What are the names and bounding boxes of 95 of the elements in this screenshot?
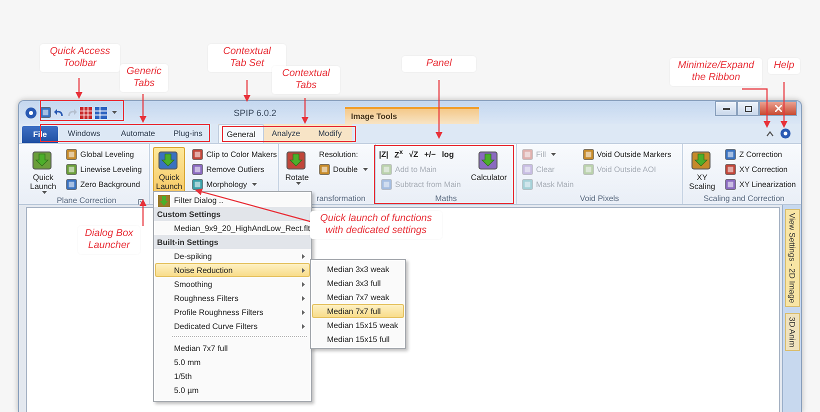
ribbon-tab[interactable]: Windows <box>58 124 110 143</box>
large-ribbon-button[interactable]: Quick Launch <box>27 147 60 196</box>
callout-arrow <box>140 199 146 226</box>
minimize-icon <box>722 108 730 110</box>
math-function-button[interactable]: Z$^{x}$ <box>394 149 403 160</box>
menu-item[interactable]: Median 7x7 full <box>155 341 310 355</box>
large-ribbon-button[interactable]: XY Scaling <box>686 147 718 194</box>
minimize-button[interactable] <box>715 101 737 116</box>
dialog-launcher-icon[interactable] <box>138 199 145 206</box>
submenu-arrow-icon <box>302 268 305 273</box>
close-button[interactable] <box>759 101 797 116</box>
callout-arrow <box>436 80 442 139</box>
close-icon <box>774 105 782 112</box>
callout-arrow <box>742 88 770 128</box>
tool-icon <box>66 179 78 190</box>
collapse-ribbon-icon[interactable] <box>766 130 774 136</box>
side-panel-tab[interactable]: View Settings - 2D Image <box>784 209 800 308</box>
tool-icon <box>66 164 78 175</box>
menu-item[interactable]: Median 15x15 weak <box>312 318 404 332</box>
large-ribbon-button[interactable]: Rotate <box>282 147 312 192</box>
tool-icon <box>582 164 594 175</box>
annotation-label: Contextual Tabs <box>272 66 340 94</box>
help-icon[interactable] <box>780 128 791 139</box>
menu-item[interactable]: Smoothing <box>155 277 310 291</box>
undo-icon[interactable] <box>54 108 64 118</box>
callout-arrow <box>302 98 308 124</box>
contextual-tab[interactable]: Analyze <box>264 124 308 143</box>
tool-icon <box>522 149 533 160</box>
annotation-label: Minimize/Expand the Ribbon <box>670 58 762 86</box>
menu-item[interactable]: Dedicated Curve Filters <box>155 319 310 333</box>
submenu-arrow-icon <box>302 254 305 259</box>
math-function-button[interactable]: |Z| <box>379 150 388 159</box>
group-title: Plane Correction <box>56 196 116 206</box>
menu-item[interactable]: Noise Reduction <box>155 263 310 277</box>
tool-icon <box>725 164 736 175</box>
grid-icon[interactable] <box>80 106 92 118</box>
menu-section-header: Custom Settings <box>154 207 311 221</box>
caret-icon <box>112 111 117 114</box>
annotation-label: Panel <box>402 56 476 72</box>
contextual-tab-set-header: Image Tools <box>345 107 479 124</box>
menu-item[interactable]: 5.0 mm <box>155 355 310 369</box>
submenu-arrow-icon <box>302 310 305 315</box>
tool-icon <box>582 149 594 160</box>
group-title: Maths <box>435 194 457 202</box>
annotation-label: Dialog Box Launcher <box>78 226 140 254</box>
annotation-label: Quick Access Toolbar <box>40 44 120 72</box>
group-title: ransformation <box>316 194 366 202</box>
submenu-arrow-icon <box>302 282 305 287</box>
menu-item[interactable]: Median 3x3 weak <box>312 262 404 276</box>
tool-icon <box>522 164 533 175</box>
table-icon[interactable] <box>95 106 107 118</box>
large-ribbon-button[interactable]: Calculator <box>468 147 510 192</box>
side-panel-tab[interactable]: 3D Anim <box>784 313 800 352</box>
menu-item[interactable]: Median 15x15 full <box>312 332 404 346</box>
menu-item[interactable]: 1/5th <box>155 369 310 383</box>
tool-icon <box>319 164 330 175</box>
menu-item[interactable]: Profile Roughness Filters <box>155 305 310 319</box>
tool-icon <box>192 149 204 160</box>
annotation-label: Help <box>768 58 800 74</box>
contextual-tab[interactable]: Modify <box>308 124 352 143</box>
math-function-button[interactable]: √Z <box>408 150 418 159</box>
ribbon-tab[interactable]: Automate <box>110 124 166 143</box>
ribbon-tab[interactable]: Plug-ins <box>166 124 210 143</box>
tool-icon <box>66 149 78 160</box>
tool-icon <box>522 179 533 190</box>
menu-item[interactable]: Roughness Filters <box>155 291 310 305</box>
help-icon[interactable] <box>25 106 37 118</box>
menu-item[interactable]: Median_9x9_20_HighAndLow_Rect.flt <box>155 221 310 235</box>
math-function-button[interactable]: log <box>442 150 454 159</box>
submenu-arrow-icon <box>302 324 305 329</box>
window-title: SPIP 6.0.2 <box>232 108 278 118</box>
callout-arrow <box>140 94 146 123</box>
callout-arrow <box>244 80 250 102</box>
tool-icon <box>192 164 204 175</box>
menu-item[interactable]: Median 7x7 weak <box>312 290 404 304</box>
annotation-label: Quick launch of functions with dedicated settings <box>310 211 442 239</box>
annotation-label: Generic Tabs <box>120 64 168 92</box>
group-title: Scaling and Correction <box>704 194 784 204</box>
menu-item[interactable]: De-spiking <box>155 249 310 263</box>
menu-section-header: Built-in Settings <box>154 235 311 249</box>
tool-icon <box>381 164 392 175</box>
menu-item[interactable]: 5.0 µm <box>155 383 310 397</box>
maximize-button[interactable] <box>737 101 759 116</box>
tool-icon <box>381 179 392 190</box>
menu-item[interactable]: Median 3x3 full <box>312 276 404 290</box>
maximize-icon <box>744 106 752 112</box>
callout-arrow <box>76 78 82 99</box>
group-title: Void Pixels <box>580 194 620 202</box>
tool-icon <box>725 149 736 160</box>
submenu-arrow-icon <box>302 296 305 301</box>
tool-icon <box>725 179 736 190</box>
menu-item[interactable]: Median 7x7 full <box>312 304 404 318</box>
callout-arrow <box>780 82 788 128</box>
math-function-button[interactable]: +/− <box>424 150 436 159</box>
tool-icon <box>40 107 51 118</box>
